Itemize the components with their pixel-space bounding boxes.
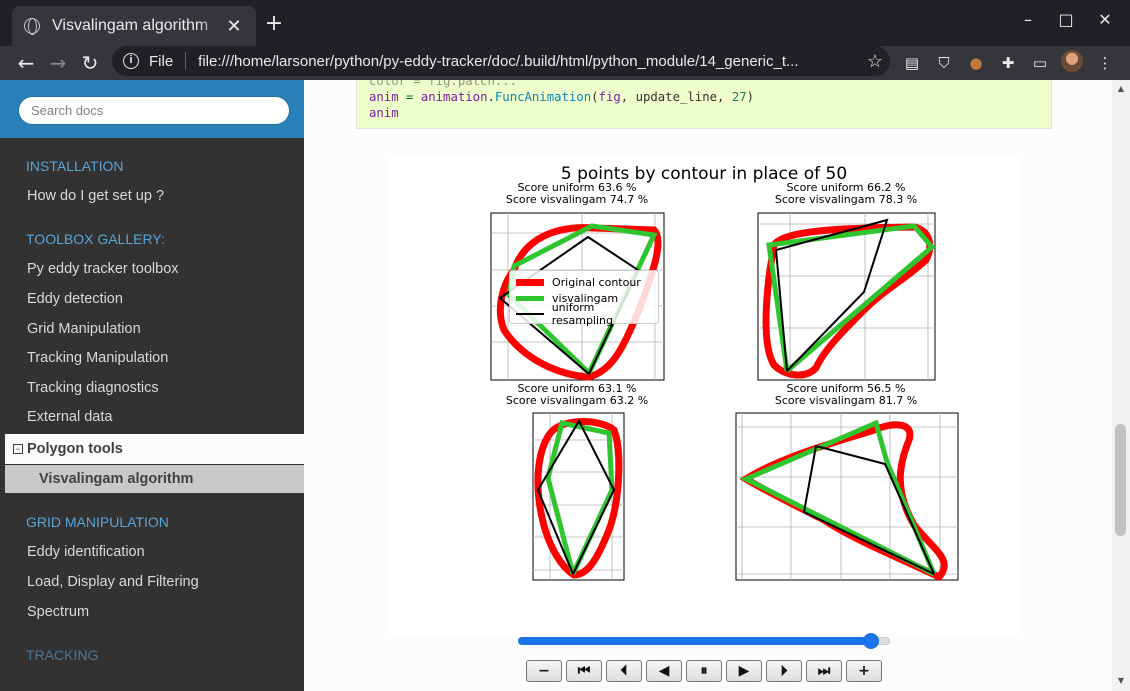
url-scheme: File bbox=[149, 52, 174, 70]
subplot-2 bbox=[757, 212, 936, 381]
sidebar: Search docs INSTALLATION How do I get se… bbox=[0, 80, 304, 691]
browser-toolbar: ← → ↻ i File file:///home/larsoner/pytho… bbox=[0, 46, 1130, 80]
forward-arrow-icon[interactable]: → bbox=[45, 50, 71, 76]
new-tab-button[interactable]: + bbox=[262, 12, 286, 36]
cookie-extension-icon[interactable]: ● bbox=[966, 54, 986, 72]
omnibox-separator bbox=[185, 52, 187, 70]
faster-button[interactable]: + bbox=[846, 660, 882, 682]
legend-swatch-red bbox=[516, 278, 544, 286]
legend-item-uniform: uniform resampling bbox=[516, 301, 658, 327]
animation-controls: − ⏮ ⏴︎ ◀ ⏸ ▶ ⏵︎ ⏭ + bbox=[526, 660, 882, 682]
nav-item-load-display[interactable]: Load, Display and Filtering bbox=[0, 568, 304, 596]
scroll-thumb[interactable] bbox=[1115, 424, 1126, 536]
caption-grid-manipulation: GRID MANIPULATION bbox=[26, 514, 169, 530]
slower-button[interactable]: − bbox=[526, 660, 562, 682]
play-button[interactable]: ▶ bbox=[726, 660, 762, 682]
cast-icon[interactable]: ▭ bbox=[1030, 54, 1050, 72]
nav-item-visvalingam[interactable]: Visvalingam algorithm bbox=[5, 465, 304, 493]
legend-item-original: Original contour bbox=[516, 275, 641, 289]
profile-avatar[interactable] bbox=[1061, 50, 1083, 72]
nav-item-grid-manipulation[interactable]: Grid Manipulation bbox=[0, 315, 304, 343]
puzzle-extensions-icon[interactable]: ✚ bbox=[998, 54, 1018, 72]
window-close-button[interactable]: ✕ bbox=[1095, 10, 1115, 29]
legend-swatch-black bbox=[516, 313, 544, 315]
nav-item-polygon-tools-label: Polygon tools bbox=[27, 441, 123, 457]
search-area: Search docs bbox=[0, 80, 304, 138]
legend-label-uniform: uniform resampling bbox=[551, 301, 613, 327]
tab-strip: Visvalingam algorithm ✕ + – □ ✕ bbox=[0, 0, 1130, 46]
subplot-3 bbox=[532, 412, 625, 581]
pause-button[interactable]: ⏸ bbox=[686, 660, 722, 682]
address-bar[interactable]: i File file:///home/larsoner/python/py-e… bbox=[112, 46, 890, 76]
caption-tracking: TRACKING bbox=[26, 647, 99, 663]
minimize-button[interactable]: – bbox=[1018, 10, 1038, 29]
nav-item-toolbox[interactable]: Py eddy tracker toolbox bbox=[0, 255, 304, 283]
nav-item-polygon-tools[interactable]: − Polygon tools bbox=[5, 434, 304, 464]
nav-item-eddy-identification[interactable]: Eddy identification bbox=[0, 538, 304, 566]
search-input[interactable]: Search docs bbox=[18, 96, 290, 125]
collapse-icon[interactable]: − bbox=[13, 444, 23, 454]
figure-legend: Original contour visvalingam uniform res… bbox=[509, 270, 659, 327]
reload-icon[interactable]: ↻ bbox=[77, 50, 103, 76]
nav-item-eddy-detection[interactable]: Eddy detection bbox=[0, 285, 304, 313]
document-icon[interactable]: ▤ bbox=[902, 54, 922, 72]
nav-item-tracking-diagnostics[interactable]: Tracking diagnostics bbox=[0, 374, 304, 402]
scroll-down-arrow-icon[interactable]: ▼ bbox=[1116, 676, 1126, 686]
info-icon[interactable]: i bbox=[123, 53, 139, 69]
previous-frame-button[interactable]: ⏴︎ bbox=[606, 660, 642, 682]
back-arrow-icon[interactable]: ← bbox=[13, 50, 39, 76]
caption-installation: INSTALLATION bbox=[26, 158, 124, 174]
next-frame-button[interactable]: ⏵︎ bbox=[766, 660, 802, 682]
tab-title: Visvalingam algorithm bbox=[52, 17, 209, 34]
tab-close-icon[interactable]: ✕ bbox=[224, 16, 244, 37]
legend-swatch-green bbox=[516, 295, 544, 301]
main-content: color = fig.patch... anim = animation.Fu… bbox=[304, 80, 1112, 691]
caption-toolbox-gallery: TOOLBOX GALLERY: bbox=[26, 231, 165, 247]
nav-item-setup[interactable]: How do I get set up ? bbox=[0, 182, 304, 210]
scroll-up-arrow-icon[interactable]: ▲ bbox=[1116, 84, 1126, 94]
page-scrollbar[interactable]: ▲ ▼ bbox=[1112, 80, 1130, 691]
bookmark-star-icon[interactable]: ☆ bbox=[860, 51, 890, 72]
figure-plots bbox=[490, 212, 959, 582]
globe-icon bbox=[24, 18, 40, 35]
url-text[interactable]: file:///home/larsoner/python/py-eddy-tra… bbox=[198, 53, 860, 70]
nav-item-spectrum[interactable]: Spectrum bbox=[0, 598, 304, 626]
subplot-4 bbox=[735, 412, 959, 582]
shield-extension-icon[interactable]: ⛉ bbox=[934, 54, 954, 72]
maximize-button[interactable]: □ bbox=[1056, 10, 1076, 29]
menu-kebab-icon[interactable]: ⋮ bbox=[1095, 54, 1115, 72]
first-frame-button[interactable]: ⏮ bbox=[566, 660, 602, 682]
last-frame-button[interactable]: ⏭ bbox=[806, 660, 842, 682]
nav-item-external-data[interactable]: External data bbox=[0, 403, 304, 431]
play-reverse-button[interactable]: ◀ bbox=[646, 660, 682, 682]
nav-item-tracking-manipulation[interactable]: Tracking Manipulation bbox=[0, 344, 304, 372]
browser-tab[interactable]: Visvalingam algorithm ✕ bbox=[12, 6, 256, 46]
legend-label-original: Original contour bbox=[552, 275, 641, 289]
frame-slider-fill bbox=[518, 637, 872, 645]
